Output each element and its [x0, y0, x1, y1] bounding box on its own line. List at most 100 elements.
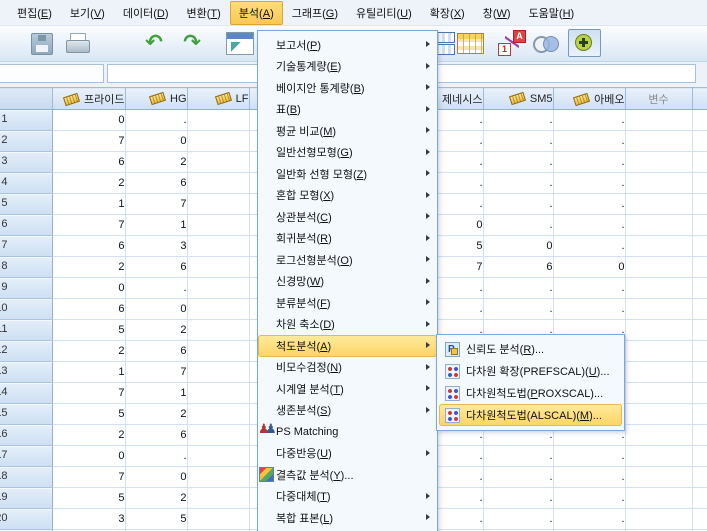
row-number-header[interactable]: 14 [0, 382, 53, 404]
data-cell[interactable] [187, 340, 250, 362]
data-cell[interactable]: 5 [52, 403, 126, 425]
data-cell[interactable] [187, 487, 250, 509]
column-header[interactable]: LF [187, 87, 250, 110]
data-cell[interactable]: 6 [483, 256, 554, 278]
variable-sets-icon[interactable] [531, 30, 559, 57]
data-cell[interactable]: 2 [52, 172, 126, 194]
row-number-header[interactable]: 6 [0, 214, 53, 236]
data-cell[interactable] [187, 151, 250, 173]
row-number-header[interactable]: 7 [0, 235, 53, 257]
data-cell[interactable] [625, 382, 693, 404]
data-cell[interactable] [692, 424, 707, 446]
data-cell[interactable] [692, 361, 707, 383]
data-cell[interactable] [625, 508, 693, 530]
data-cell[interactable]: 7 [52, 130, 126, 152]
data-cell[interactable] [692, 214, 707, 236]
data-cell[interactable]: . [125, 109, 188, 131]
data-cell[interactable]: . [553, 109, 626, 131]
row-number-header[interactable]: 3 [0, 151, 53, 173]
row-number-header[interactable]: 13 [0, 361, 53, 383]
data-cell[interactable]: 6 [125, 256, 188, 278]
menu-item[interactable]: 다중대체(T) [258, 486, 437, 508]
menu-item[interactable]: 회귀분석(R) [258, 228, 437, 250]
data-cell[interactable] [625, 340, 693, 362]
data-cell[interactable] [625, 298, 693, 320]
data-cell[interactable]: . [483, 277, 554, 299]
menubar-item[interactable]: 그래프(G) [283, 1, 347, 25]
menu-item[interactable]: 베이지안 통계량(B) [258, 77, 437, 99]
data-cell[interactable]: 0 [52, 445, 126, 467]
row-number-header[interactable]: 10 [0, 298, 53, 320]
data-cell[interactable] [187, 109, 250, 131]
menubar-item[interactable]: 도움말(H) [520, 1, 584, 25]
data-cell[interactable]: 6 [52, 235, 126, 257]
data-cell[interactable] [625, 109, 693, 131]
data-cell[interactable]: . [553, 445, 626, 467]
row-number-header[interactable]: 1 [0, 109, 53, 131]
submenu-item-proxscal[interactable]: 다차원척도법(PROXSCAL)... [439, 382, 622, 404]
row-number-header[interactable]: 5 [0, 193, 53, 215]
data-cell[interactable]: 6 [52, 298, 126, 320]
data-cell[interactable]: 0 [553, 256, 626, 278]
data-cell[interactable] [187, 466, 250, 488]
menubar-item[interactable]: 편집(E) [8, 1, 61, 25]
data-cell[interactable] [625, 277, 693, 299]
data-cell[interactable]: . [483, 151, 554, 173]
data-cell[interactable]: . [553, 151, 626, 173]
row-number-header[interactable]: 9 [0, 277, 53, 299]
menu-item[interactable]: 신경망(W) [258, 271, 437, 293]
menubar-item[interactable]: 데이터(D) [114, 1, 178, 25]
data-cell[interactable] [692, 487, 707, 509]
menu-item[interactable]: 기술통계량(E) [258, 56, 437, 78]
data-cell[interactable]: 1 [52, 361, 126, 383]
row-number-header[interactable]: 20 [0, 508, 53, 530]
data-cell[interactable]: . [553, 466, 626, 488]
menu-item[interactable]: 표(B) [258, 99, 437, 121]
data-cell[interactable] [187, 214, 250, 236]
data-cell[interactable]: . [483, 172, 554, 194]
data-cell[interactable] [187, 382, 250, 404]
data-cell[interactable]: . [483, 298, 554, 320]
data-cell[interactable] [692, 508, 707, 530]
row-number-header[interactable]: 19 [0, 487, 53, 509]
data-cell[interactable] [625, 214, 693, 236]
value-labels-icon[interactable] [497, 30, 529, 57]
data-cell[interactable]: 6 [52, 151, 126, 173]
data-cell[interactable] [187, 424, 250, 446]
data-cell[interactable]: 1 [125, 214, 188, 236]
data-cell[interactable]: 2 [52, 256, 126, 278]
row-number-header[interactable]: 17 [0, 445, 53, 467]
data-cell[interactable] [187, 298, 250, 320]
data-cell[interactable] [187, 445, 250, 467]
data-cell[interactable]: . [553, 214, 626, 236]
data-cell[interactable] [692, 319, 707, 341]
data-cell[interactable]: 0 [52, 109, 126, 131]
data-cell[interactable]: 0 [125, 466, 188, 488]
table-icon[interactable] [456, 30, 484, 57]
data-cell[interactable]: . [483, 487, 554, 509]
data-cell[interactable]: . [483, 466, 554, 488]
row-number-header[interactable]: 4 [0, 172, 53, 194]
data-cell[interactable]: . [553, 235, 626, 257]
data-cell[interactable]: . [553, 487, 626, 509]
menu-item[interactable]: 보고서(P) [258, 34, 437, 56]
menu-item[interactable]: 다중반응(U) [258, 443, 437, 465]
data-cell[interactable]: 1 [125, 382, 188, 404]
data-cell[interactable]: 6 [125, 172, 188, 194]
show-all-variables-icon[interactable] [568, 29, 601, 57]
data-cell[interactable] [187, 235, 250, 257]
menu-item-scale-analysis[interactable]: 척도분석(A) [258, 335, 437, 357]
data-cell[interactable] [625, 403, 693, 425]
data-cell[interactable] [625, 130, 693, 152]
data-cell[interactable]: 0 [483, 235, 554, 257]
data-cell[interactable]: . [553, 130, 626, 152]
menu-item[interactable]: 상관분석(C) [258, 206, 437, 228]
data-cell[interactable]: 7 [125, 361, 188, 383]
column-header[interactable]: SM5 [483, 87, 554, 110]
data-cell[interactable]: 2 [125, 403, 188, 425]
data-cell[interactable] [187, 277, 250, 299]
data-cell[interactable]: 2 [52, 340, 126, 362]
data-cell[interactable] [625, 235, 693, 257]
data-cell[interactable] [187, 361, 250, 383]
column-header[interactable]: HG [125, 87, 188, 110]
